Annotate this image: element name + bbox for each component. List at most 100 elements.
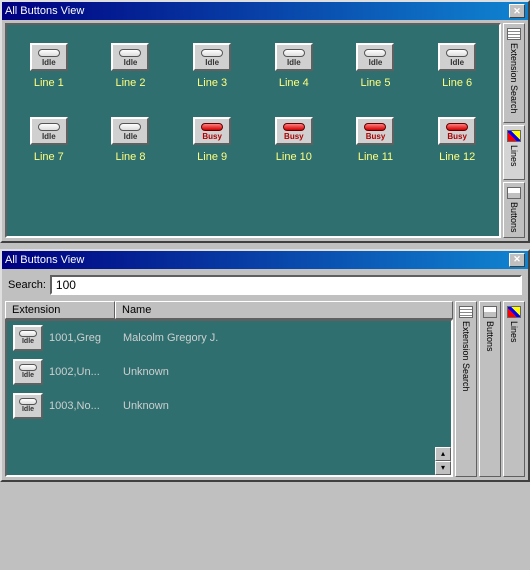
row-status-button[interactable]: Idle — [13, 325, 43, 351]
row-extension: 1001,Greg — [49, 332, 117, 344]
row-status-button[interactable]: Idle — [13, 359, 43, 385]
search-row: Search: — [2, 269, 528, 301]
line-cell: Idle Line 6 — [425, 43, 489, 89]
status-led-icon — [19, 398, 37, 405]
column-header-name[interactable]: Name — [115, 301, 453, 319]
status-text: Idle — [287, 58, 301, 67]
line-button[interactable]: Idle — [193, 43, 231, 71]
line-button[interactable]: Busy — [438, 117, 476, 145]
status-text: Idle — [22, 372, 34, 379]
row-extension: 1003,No... — [49, 400, 117, 412]
side-tabs: Extension Search Lines Buttons — [501, 23, 525, 238]
line-button[interactable]: Idle — [275, 43, 313, 71]
close-button[interactable]: ✕ — [509, 4, 525, 18]
window-title: All Buttons View — [5, 5, 84, 17]
line-button[interactable]: Idle — [30, 43, 68, 71]
scroll-up-button[interactable]: ▴ — [435, 447, 451, 461]
line-label: Line 9 — [197, 151, 227, 163]
line-button[interactable]: Idle — [111, 43, 149, 71]
buttons-icon — [483, 306, 497, 318]
line-label: Line 10 — [276, 151, 312, 163]
line-label: Line 5 — [361, 77, 391, 89]
buttons-icon — [507, 187, 521, 199]
status-led-icon — [38, 49, 60, 57]
search-input[interactable] — [50, 275, 522, 295]
search-label: Search: — [8, 279, 46, 291]
status-led-icon — [446, 123, 468, 131]
status-text: Idle — [205, 58, 219, 67]
line-cell: Busy Line 9 — [180, 117, 244, 163]
status-text: Busy — [366, 132, 386, 141]
line-button[interactable]: Busy — [356, 117, 394, 145]
list-body: Idle 1001,Greg Malcolm Gregory J. Idle 1… — [5, 319, 453, 477]
window-body: Extension Name Idle 1001,Greg Malcolm Gr… — [2, 301, 528, 480]
tab-label: Buttons — [509, 202, 519, 233]
close-icon: ✕ — [513, 254, 521, 265]
line-button[interactable]: Idle — [111, 117, 149, 145]
scroll-down-button[interactable]: ▾ — [435, 461, 451, 475]
line-cell: Idle Line 1 — [17, 43, 81, 89]
line-label: Line 1 — [34, 77, 64, 89]
row-name: Unknown — [123, 366, 445, 378]
tab-lines[interactable]: Lines — [503, 125, 525, 180]
grid-icon — [507, 28, 521, 40]
close-icon: ✕ — [513, 6, 521, 17]
tab-lines[interactable]: Lines — [503, 301, 525, 477]
tab-extension-search[interactable]: Extension Search — [455, 301, 477, 477]
lines-grid: Idle Line 1 Idle Line 2 Idle Line 3 Idle… — [17, 43, 489, 163]
line-button[interactable]: Idle — [356, 43, 394, 71]
side-tabs: Extension Search Buttons Lines — [455, 301, 525, 477]
status-led-icon — [446, 49, 468, 57]
window-search: All Buttons View ✕ Search: Extension Nam… — [0, 249, 530, 482]
line-label: Line 4 — [279, 77, 309, 89]
status-text: Idle — [124, 132, 138, 141]
close-button[interactable]: ✕ — [509, 253, 525, 267]
status-text: Busy — [284, 132, 304, 141]
list-area: Extension Name Idle 1001,Greg Malcolm Gr… — [5, 301, 453, 477]
status-led-icon — [19, 364, 37, 371]
line-label: Line 8 — [116, 151, 146, 163]
status-text: Idle — [42, 132, 56, 141]
tab-label: Extension Search — [461, 321, 471, 392]
tab-buttons[interactable]: Buttons — [479, 301, 501, 477]
titlebar: All Buttons View ✕ — [2, 2, 528, 20]
list-item[interactable]: Idle 1002,Un... Unknown — [7, 355, 451, 389]
status-led-icon — [283, 49, 305, 57]
row-status-button[interactable]: Idle — [13, 393, 43, 419]
line-label: Line 11 — [358, 151, 393, 163]
line-button[interactable]: Idle — [438, 43, 476, 71]
tab-label: Lines — [509, 145, 519, 167]
status-led-icon — [201, 123, 223, 131]
line-button[interactable]: Busy — [275, 117, 313, 145]
list-item[interactable]: Idle 1001,Greg Malcolm Gregory J. — [7, 321, 451, 355]
row-name: Unknown — [123, 400, 445, 412]
line-cell: Idle Line 8 — [99, 117, 163, 163]
status-led-icon — [364, 49, 386, 57]
line-label: Line 12 — [439, 151, 475, 163]
window-body: Idle Line 1 Idle Line 2 Idle Line 3 Idle… — [2, 20, 528, 241]
column-header-extension[interactable]: Extension — [5, 301, 115, 319]
tab-extension-search[interactable]: Extension Search — [503, 23, 525, 123]
tab-label: Extension Search — [509, 43, 519, 114]
line-label: Line 2 — [116, 77, 146, 89]
list-header: Extension Name — [5, 301, 453, 319]
scroll-arrows: ▴ ▾ — [435, 447, 451, 475]
line-label: Line 3 — [197, 77, 227, 89]
line-cell: Busy Line 12 — [425, 117, 489, 163]
titlebar: All Buttons View ✕ — [2, 251, 528, 269]
window-title: All Buttons View — [5, 254, 84, 266]
status-led-icon — [119, 49, 141, 57]
list-item[interactable]: Idle 1003,No... Unknown — [7, 389, 451, 423]
line-cell: Busy Line 10 — [262, 117, 326, 163]
status-text: Idle — [22, 406, 34, 413]
status-text: Idle — [369, 58, 383, 67]
line-button[interactable]: Idle — [30, 117, 68, 145]
status-led-icon — [19, 330, 37, 337]
tab-buttons[interactable]: Buttons — [503, 182, 525, 238]
status-led-icon — [201, 49, 223, 57]
line-cell: Busy Line 11 — [344, 117, 408, 163]
line-cell: Idle Line 4 — [262, 43, 326, 89]
line-button[interactable]: Busy — [193, 117, 231, 145]
row-name: Malcolm Gregory J. — [123, 332, 445, 344]
line-cell: Idle Line 7 — [17, 117, 81, 163]
